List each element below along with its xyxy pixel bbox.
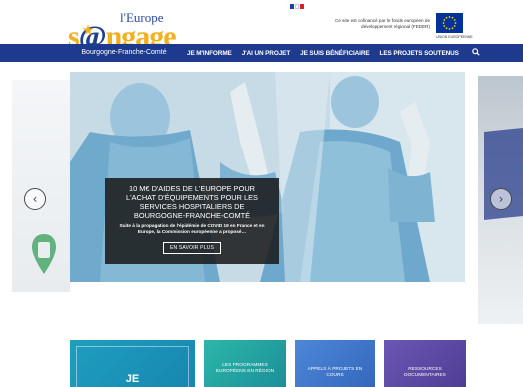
language-flags[interactable] (290, 4, 304, 9)
nav-item-les-projets-soutenus[interactable]: LES PROJETS SOUTENUS (375, 50, 464, 57)
flag-icon[interactable] (300, 4, 304, 9)
slide-body: Suite à la propagation de l'épidémie de … (119, 223, 265, 235)
star-icon (82, 24, 94, 35)
region-label: Bourgogne-Franche-Comté (81, 49, 167, 56)
tile-programmes-europeens[interactable]: LES PROGRAMMES EUROPÉENS EN RÉGION (204, 340, 286, 387)
tile-label: RESSOURCES DOCUMENTAIRES (404, 367, 446, 378)
nav-item-j-ai-un-projet[interactable]: J'AI UN PROJET (237, 50, 295, 57)
chevron-right-icon: › (498, 192, 504, 206)
site-header: l'Europe s@ngage en Ce site est cofinanc… (0, 0, 523, 62)
carousel-next-button[interactable]: › (490, 188, 512, 210)
tile-je-label: JE (125, 373, 140, 385)
eu-flag-icon (436, 13, 463, 33)
cofinancement-text: Ce site est cofinancé par le fonds europ… (335, 18, 430, 29)
tile-label: APPELS À PROJETS EN COURS (307, 367, 363, 378)
tile-label: LES PROGRAMMES EUROPÉENS EN RÉGION (215, 363, 275, 374)
carousel-prev-button[interactable]: ‹ (24, 188, 46, 210)
tile-ressources-documentaires[interactable]: RESSOURCES DOCUMENTAIRES (384, 340, 466, 387)
nav-item-je-suis-beneficiaire[interactable]: JE SUIS BÉNÉFICIAIRE (295, 50, 374, 57)
nav-item-je-m-informe[interactable]: JE M'INFORME (182, 50, 237, 57)
tile-appels-a-projets[interactable]: APPELS À PROJETS EN COURS (295, 340, 375, 387)
flag-icon[interactable] (295, 4, 299, 9)
slide-caption: 10 M€ d'aides de l'Europe pour l'achat d… (105, 178, 279, 264)
nav-menu: JE M'INFORME J'AI UN PROJET JE SUIS BÉNÉ… (182, 44, 485, 62)
tile-je[interactable]: JE (70, 340, 195, 387)
hero-carousel: ‹ › 10 M€ d'aides de l'Europe pour l'ach… (0, 72, 523, 326)
flag-icon[interactable] (290, 4, 294, 9)
en-savoir-plus-button[interactable]: EN SAVOIR PLUS (162, 241, 222, 254)
map-pin-icon (32, 234, 56, 274)
slide-title: 10 M€ d'aides de l'Europe pour l'achat d… (126, 184, 258, 220)
search-icon[interactable] (464, 48, 485, 58)
previous-slide-preview (12, 80, 70, 292)
eu-caption: UNION EUROPÉENNE (436, 35, 473, 39)
main-navbar: Bourgogne-Franche-Comté JE M'INFORME J'A… (0, 44, 523, 62)
chevron-left-icon: ‹ (32, 192, 38, 206)
